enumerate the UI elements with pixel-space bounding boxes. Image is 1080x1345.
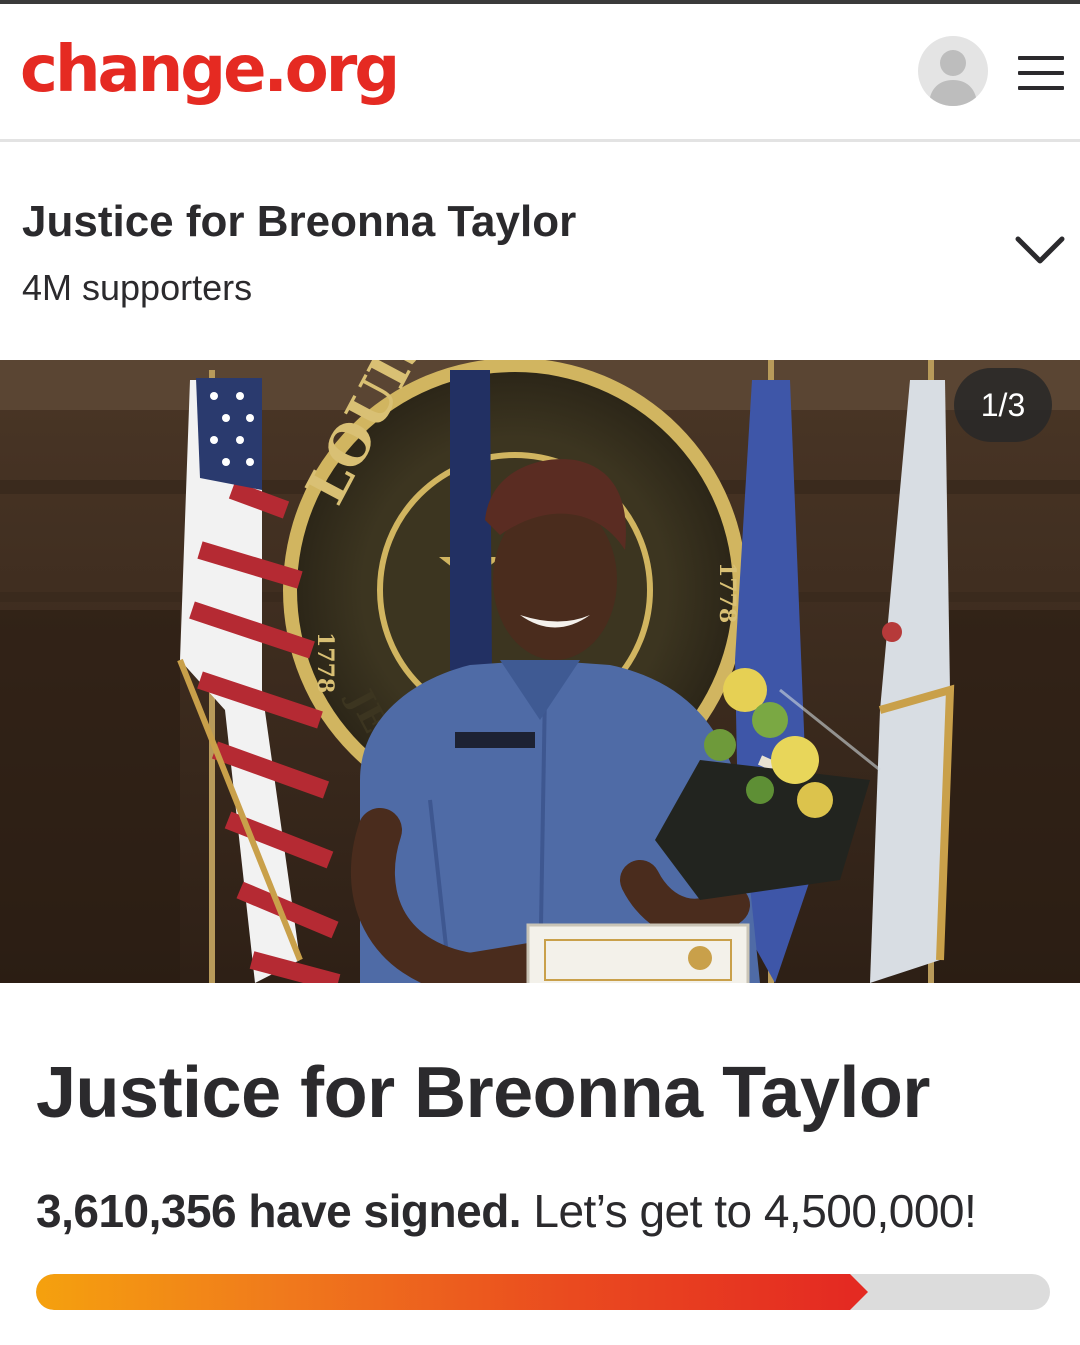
site-header: change.org [0, 4, 1080, 142]
progress-arrow-tip [849, 1274, 868, 1310]
signature-progress-bar [36, 1274, 1050, 1310]
petition-summary-bar[interactable]: Justice for Breonna Taylor 4M supporters [0, 145, 1080, 360]
seal-year-right: 1778 [714, 562, 740, 623]
petition-photo[interactable]: LOUISVILLE 1778 1778 JE [0, 360, 1080, 983]
seal-year-left: 1778 [312, 632, 338, 693]
signed-count-text: 3,610,356 have signed. [36, 1185, 522, 1237]
chevron-down-icon[interactable] [1012, 231, 1068, 271]
signature-status: 3,610,356 have signed. Let’s get to 4,50… [36, 1184, 977, 1238]
change-org-logo[interactable]: change.org [20, 30, 400, 110]
signature-progress-fill [36, 1274, 868, 1310]
petition-summary-title: Justice for Breonna Taylor [22, 197, 577, 246]
user-avatar-icon[interactable] [918, 36, 988, 106]
goal-text: Let’s get to 4,500,000! [533, 1185, 977, 1237]
petition-title: Justice for Breonna Taylor [36, 1053, 930, 1133]
navy-flag [450, 370, 492, 680]
hamburger-menu-icon[interactable] [1016, 56, 1066, 94]
supporters-count: 4M supporters [22, 267, 253, 308]
photo-counter: 1/3 [954, 368, 1052, 442]
certificate [526, 923, 750, 983]
